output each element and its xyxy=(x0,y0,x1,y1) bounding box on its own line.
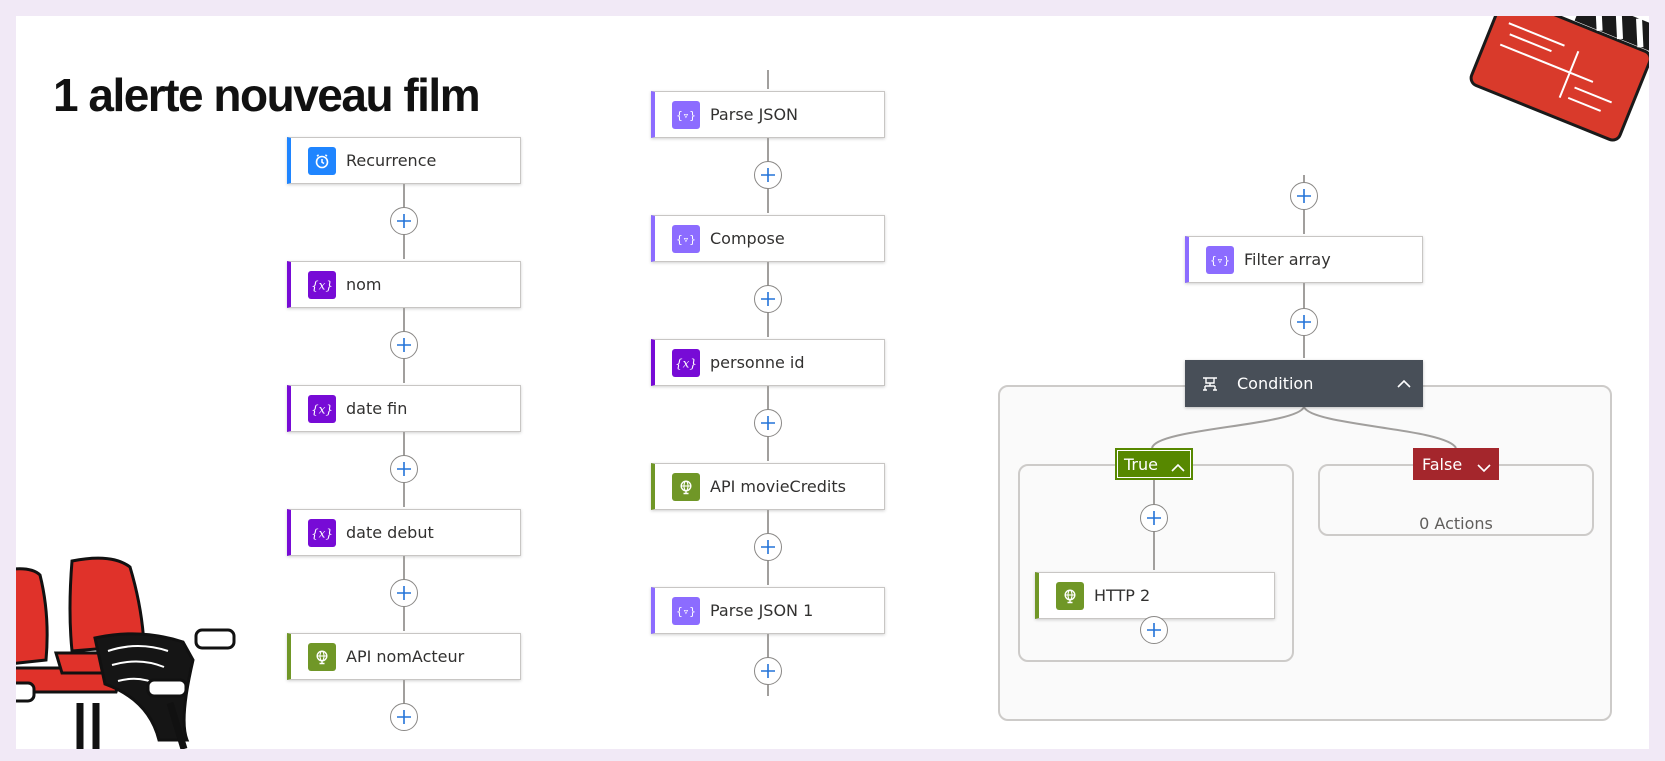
plus-icon xyxy=(1146,510,1162,526)
step-label: HTTP 2 xyxy=(1094,586,1151,605)
insert-step-button[interactable] xyxy=(1140,616,1168,644)
condition-icon xyxy=(1201,375,1219,393)
step-label: Condition xyxy=(1237,374,1314,393)
false-branch-badge[interactable]: False xyxy=(1413,448,1499,480)
globe-icon xyxy=(1056,581,1084,610)
branch-label: False xyxy=(1422,454,1463,474)
step-condition[interactable]: Condition xyxy=(1185,360,1423,407)
insert-step-button[interactable] xyxy=(1140,504,1168,532)
chevron-up-icon[interactable] xyxy=(1397,374,1411,393)
plus-icon xyxy=(1146,622,1162,638)
slide: 1 alerte nouveau film Recurrence {x} nom {x… xyxy=(16,16,1649,749)
chevron-down-icon xyxy=(1477,458,1491,477)
step-http-2[interactable]: HTTP 2 xyxy=(1035,572,1275,619)
empty-branch-text: 0 Actions xyxy=(1419,514,1493,533)
chevron-up-icon xyxy=(1171,458,1185,477)
branch-label: True xyxy=(1124,454,1158,474)
true-branch-badge[interactable]: True xyxy=(1115,448,1193,480)
